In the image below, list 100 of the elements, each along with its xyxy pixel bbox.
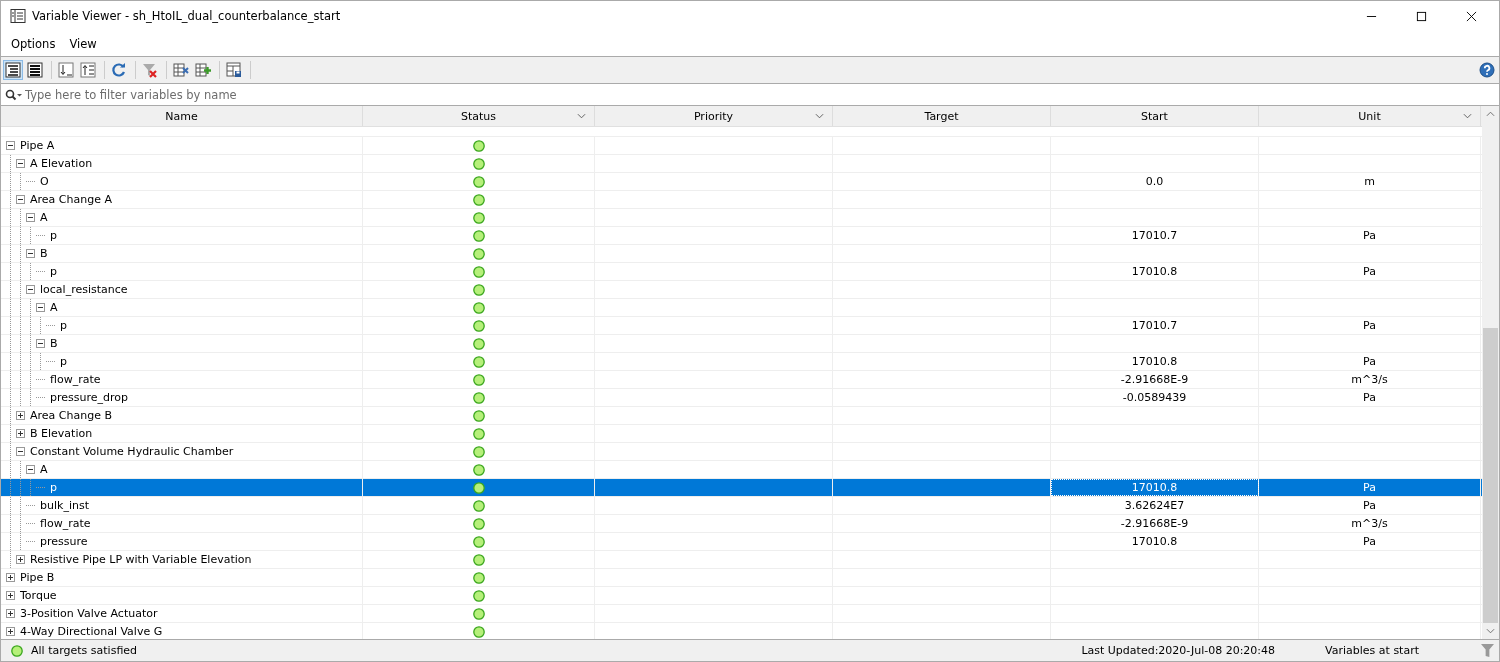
table-row[interactable]: Area Change B — [1, 407, 1482, 425]
expander-icon[interactable] — [6, 573, 15, 582]
variable-name: Resistive Pipe LP with Variable Elevation — [30, 553, 252, 566]
remove-column-button[interactable] — [171, 60, 191, 80]
table-row[interactable]: Constant Volume Hydraulic Chamber — [1, 443, 1482, 461]
column-header[interactable]: Name — [1, 106, 363, 126]
table-row[interactable]: A Elevation — [1, 155, 1482, 173]
variable-name: local_resistance — [40, 283, 128, 296]
table-row[interactable]: Area Change A — [1, 191, 1482, 209]
expand-button[interactable] — [78, 60, 98, 80]
menu-item[interactable]: Options — [4, 36, 63, 51]
start-value: 17010.8 — [1131, 535, 1178, 548]
table-row[interactable]: Torque — [1, 587, 1482, 605]
unit-value: Pa — [1363, 391, 1376, 404]
unit-value: m^3/s — [1351, 517, 1388, 530]
unit-value: Pa — [1363, 319, 1376, 332]
table-row[interactable]: p 17010.7 Pa — [1, 317, 1482, 335]
expander-icon[interactable] — [6, 627, 15, 636]
variable-name: p — [50, 265, 57, 278]
variable-name: pressure_drop — [50, 391, 128, 404]
variable-name: bulk_inst — [40, 499, 89, 512]
start-value: 17010.8 — [1131, 355, 1178, 368]
menu-item[interactable]: View — [62, 36, 104, 51]
expander-icon[interactable] — [26, 249, 35, 258]
unit-value: Pa — [1363, 265, 1376, 278]
variable-name: flow_rate — [40, 517, 91, 530]
table-row[interactable]: flow_rate -2.91668E-9 m^3/s — [1, 515, 1482, 533]
chevron-down-icon[interactable] — [815, 113, 824, 119]
expander-icon[interactable] — [26, 213, 35, 222]
table-row[interactable]: flow_rate -2.91668E-9 m^3/s — [1, 371, 1482, 389]
expander-icon[interactable] — [16, 195, 25, 204]
variable-name: flow_rate — [50, 373, 101, 386]
table-row[interactable]: p 17010.8 Pa — [1, 263, 1482, 281]
table-row[interactable]: A — [1, 299, 1482, 317]
variable-name: 4-Way Directional Valve G — [20, 625, 163, 638]
start-value: -2.91668E-9 — [1120, 517, 1189, 530]
table-row[interactable]: p 17010.8 Pa — [1, 353, 1482, 371]
column-header[interactable]: Start — [1051, 106, 1259, 126]
table-row[interactable]: Resistive Pipe LP with Variable Elevation — [1, 551, 1482, 569]
chevron-down-icon[interactable] — [1463, 113, 1472, 119]
expander-icon[interactable] — [16, 555, 25, 564]
table-row[interactable]: B Elevation — [1, 425, 1482, 443]
table-row[interactable]: p 17010.8 Pa — [1, 479, 1482, 497]
expander-icon[interactable] — [16, 411, 25, 420]
table-row[interactable]: B — [1, 335, 1482, 353]
expander-icon[interactable] — [16, 429, 25, 438]
column-header[interactable]: Status — [363, 106, 595, 126]
expander-icon[interactable] — [36, 339, 45, 348]
table-row[interactable]: O 0.0 m — [1, 173, 1482, 191]
variable-name: Area Change B — [30, 409, 112, 422]
variable-name: 3-Position Valve Actuator — [20, 607, 158, 620]
table-row[interactable]: Pipe A — [1, 137, 1482, 155]
tree-view-button[interactable] — [3, 60, 23, 80]
column-header[interactable]: Priority — [595, 106, 833, 126]
table-row[interactable]: pressure_drop -0.0589439 Pa — [1, 389, 1482, 407]
chevron-down-icon[interactable] — [577, 113, 586, 119]
variable-name: B — [50, 337, 58, 350]
unit-value: Pa — [1363, 481, 1376, 494]
table-row[interactable]: bulk_inst 3.62624E7 Pa — [1, 497, 1482, 515]
variable-name: Area Change A — [30, 193, 112, 206]
variable-name: Pipe A — [20, 139, 55, 152]
table-row[interactable]: A — [1, 209, 1482, 227]
expander-icon[interactable] — [26, 465, 35, 474]
variable-name: pressure — [40, 535, 88, 548]
save-layout-button[interactable] — [224, 60, 244, 80]
column-header[interactable]: Unit — [1259, 106, 1481, 126]
variable-name: p — [60, 319, 67, 332]
variable-name: p — [60, 355, 67, 368]
expander-icon[interactable] — [6, 141, 15, 150]
variable-name: A — [40, 211, 48, 224]
start-value: 17010.7 — [1131, 319, 1178, 332]
variable-name: Pipe B — [20, 571, 55, 584]
expander-icon[interactable] — [6, 591, 15, 600]
expander-icon[interactable] — [26, 285, 35, 294]
column-header[interactable]: Target — [833, 106, 1051, 126]
help-icon[interactable] — [1479, 62, 1495, 78]
search-field[interactable]: Type here to filter variables by name — [25, 85, 1499, 104]
start-value: 17010.8 — [1131, 265, 1178, 278]
scrollbar[interactable] — [1482, 106, 1499, 639]
collapse-button[interactable] — [56, 60, 76, 80]
expander-icon[interactable] — [16, 159, 25, 168]
table-row[interactable]: p 17010.7 Pa — [1, 227, 1482, 245]
table-row[interactable]: 3-Position Valve Actuator — [1, 605, 1482, 623]
start-value: 3.62624E7 — [1124, 499, 1185, 512]
variable-name: p — [50, 481, 57, 494]
table-row[interactable]: pressure 17010.8 Pa — [1, 533, 1482, 551]
table-row[interactable]: local_resistance — [1, 281, 1482, 299]
table-row[interactable]: Pipe B — [1, 569, 1482, 587]
list-view-button[interactable] — [25, 60, 45, 80]
start-value: 17010.8 — [1131, 481, 1178, 494]
search-icon[interactable] — [5, 88, 23, 101]
start-value: -2.91668E-9 — [1120, 373, 1189, 386]
add-column-button[interactable] — [193, 60, 213, 80]
expander-icon[interactable] — [6, 609, 15, 618]
expander-icon[interactable] — [16, 447, 25, 456]
scrollbar-thumb[interactable] — [1483, 328, 1498, 623]
start-value: -0.0589439 — [1122, 391, 1187, 404]
table-row[interactable]: B — [1, 245, 1482, 263]
last-updated: Last Updated:2020-Jul-08 20:20:48 — [1081, 644, 1276, 657]
expander-icon[interactable] — [36, 303, 45, 312]
